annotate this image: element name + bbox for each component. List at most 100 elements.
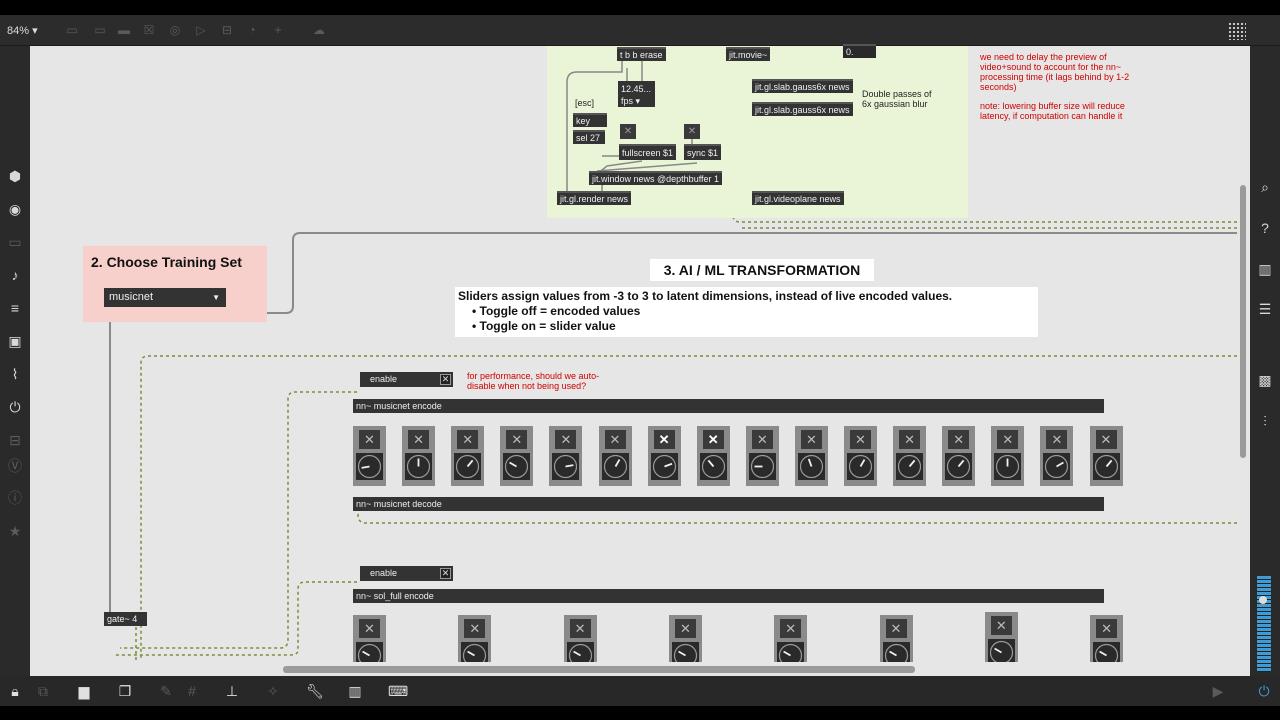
latent-dial[interactable] xyxy=(945,453,973,480)
musicnet-encode-object[interactable]: nn~ musicnet encode xyxy=(353,399,1104,413)
latent-toggle[interactable]: ✕ xyxy=(1096,619,1118,638)
jit-render-object[interactable]: jit.gl.render news xyxy=(557,191,632,205)
latent-control: ✕ xyxy=(563,615,597,662)
solfull-enable-toggle[interactable]: enable ✕ xyxy=(360,566,453,581)
latent-dial[interactable] xyxy=(882,642,910,662)
close-icon[interactable]: ✕ xyxy=(440,568,451,579)
latent-dial[interactable] xyxy=(356,453,383,480)
dial-indicator xyxy=(362,650,370,657)
tbb-erase-object[interactable]: t b b erase xyxy=(617,47,666,61)
latent-toggle[interactable]: ✕ xyxy=(604,430,626,449)
musicnet-encode-label: nn~ musicnet encode xyxy=(356,401,442,411)
latent-toggle[interactable]: ✕ xyxy=(800,430,822,449)
latent-toggle[interactable]: ✕ xyxy=(359,430,380,449)
sync-message[interactable]: sync $1 xyxy=(684,144,722,160)
bullet-toggle-off: • Toggle off = encoded values xyxy=(472,304,641,318)
latent-control: ✕ xyxy=(1089,426,1123,486)
latent-toggle[interactable]: ✕ xyxy=(990,616,1012,635)
sel-object[interactable]: sel 27 xyxy=(573,130,605,144)
close-icon[interactable]: ✕ xyxy=(440,374,451,385)
jit-window-object[interactable]: jit.window news @depthbuffer 1 xyxy=(589,171,723,185)
latent-toggle[interactable]: ✕ xyxy=(674,619,696,638)
jit-render-label: jit.gl.render news xyxy=(560,194,629,204)
latent-toggle[interactable]: ✕ xyxy=(506,430,528,449)
fps-display[interactable]: 12.45... fps ▾ xyxy=(618,81,655,107)
latent-toggle[interactable]: ✕ xyxy=(653,430,675,449)
latent-toggle[interactable]: ✕ xyxy=(1095,430,1117,449)
latent-dial[interactable] xyxy=(356,642,383,662)
latent-control: ✕ xyxy=(1040,426,1074,486)
latent-dial[interactable] xyxy=(1092,453,1120,480)
latent-control: ✕ xyxy=(942,426,976,486)
horizontal-scrollbar[interactable] xyxy=(283,666,915,673)
latent-toggle[interactable]: ✕ xyxy=(780,619,802,638)
gauss-slab-2[interactable]: jit.gl.slab.gauss6x news xyxy=(752,102,853,116)
gate-label: gate~ 4 xyxy=(107,614,138,624)
latency-note: note: lowering buffer size will reduce l… xyxy=(980,101,1125,121)
latent-dial[interactable] xyxy=(777,642,805,662)
fullscreen-toggle[interactable]: ✕ xyxy=(620,124,636,139)
fullscreen-message[interactable]: fullscreen $1 xyxy=(619,144,677,160)
vertical-scrollbar[interactable] xyxy=(1240,185,1246,458)
latent-control: ✕ xyxy=(458,615,492,662)
latent-toggle[interactable]: ✕ xyxy=(899,430,921,449)
latent-control: ✕ xyxy=(647,426,681,486)
latent-dial[interactable] xyxy=(454,453,482,480)
key-object[interactable]: key xyxy=(573,113,607,127)
latent-dial[interactable] xyxy=(461,642,489,662)
latent-control: ✕ xyxy=(598,426,632,486)
transformation-title: 3. AI / ML TRANSFORMATION xyxy=(650,259,874,281)
latent-toggle[interactable]: ✕ xyxy=(359,619,380,638)
musicnet-decode-label: nn~ musicnet decode xyxy=(356,499,442,509)
bullet-toggle-on: • Toggle on = slider value xyxy=(472,319,616,333)
latent-dial[interactable] xyxy=(699,453,727,480)
latent-dial[interactable] xyxy=(896,453,924,480)
musicnet-decode-object[interactable]: nn~ musicnet decode xyxy=(353,497,1104,511)
latent-dial[interactable] xyxy=(797,453,825,480)
number-box[interactable]: 0. xyxy=(843,44,876,58)
latent-control: ✕ xyxy=(668,615,702,662)
latent-dial[interactable] xyxy=(405,453,433,480)
latent-toggle[interactable]: ✕ xyxy=(850,430,871,449)
gate-object[interactable]: gate~ 4 xyxy=(104,612,147,626)
jit-movie-object[interactable]: jit.movie~ xyxy=(726,47,771,61)
latent-dial[interactable] xyxy=(650,453,678,480)
latent-dial[interactable] xyxy=(671,642,699,662)
dial-indicator xyxy=(1099,650,1108,657)
latent-toggle[interactable]: ✕ xyxy=(464,619,486,638)
dial-indicator xyxy=(361,465,370,469)
gauss-slab-1[interactable]: jit.gl.slab.gauss6x news xyxy=(752,79,853,93)
latent-dial[interactable] xyxy=(1043,453,1071,480)
latent-dial[interactable] xyxy=(566,642,594,662)
latent-dial[interactable] xyxy=(552,453,580,480)
latent-toggle[interactable]: ✕ xyxy=(885,619,907,638)
latent-dial[interactable] xyxy=(987,639,1015,662)
training-set-dropdown[interactable]: musicnet ▼ xyxy=(104,288,226,307)
training-set-value: musicnet xyxy=(109,291,154,303)
dial-indicator xyxy=(859,459,866,467)
latent-toggle[interactable]: ✕ xyxy=(457,430,479,449)
latent-dial[interactable] xyxy=(748,453,776,480)
dial-indicator xyxy=(614,459,620,467)
dial-indicator xyxy=(807,458,813,467)
latent-toggle[interactable]: ✕ xyxy=(408,430,430,449)
latent-dial[interactable] xyxy=(503,453,531,480)
musicnet-enable-toggle[interactable]: enable ✕ xyxy=(360,372,453,387)
latent-toggle[interactable]: ✕ xyxy=(1046,430,1068,449)
latent-dial[interactable] xyxy=(994,453,1022,480)
latent-toggle[interactable]: ✕ xyxy=(702,430,724,449)
latent-control: ✕ xyxy=(1090,615,1124,662)
dial-indicator xyxy=(1056,461,1065,468)
latent-dial[interactable] xyxy=(601,453,629,480)
latent-dial[interactable] xyxy=(1093,642,1121,662)
latent-toggle[interactable]: ✕ xyxy=(751,430,773,449)
sel-label: sel 27 xyxy=(576,133,601,143)
latent-toggle[interactable]: ✕ xyxy=(569,619,591,638)
videoplane-object[interactable]: jit.gl.videoplane news xyxy=(752,191,844,205)
solfull-encode-object[interactable]: nn~ sol_full encode xyxy=(353,589,1104,603)
latent-toggle[interactable]: ✕ xyxy=(997,430,1019,449)
latent-toggle[interactable]: ✕ xyxy=(948,430,970,449)
sync-toggle[interactable]: ✕ xyxy=(684,124,700,139)
latent-dial[interactable] xyxy=(847,453,874,480)
latent-toggle[interactable]: ✕ xyxy=(555,430,577,449)
